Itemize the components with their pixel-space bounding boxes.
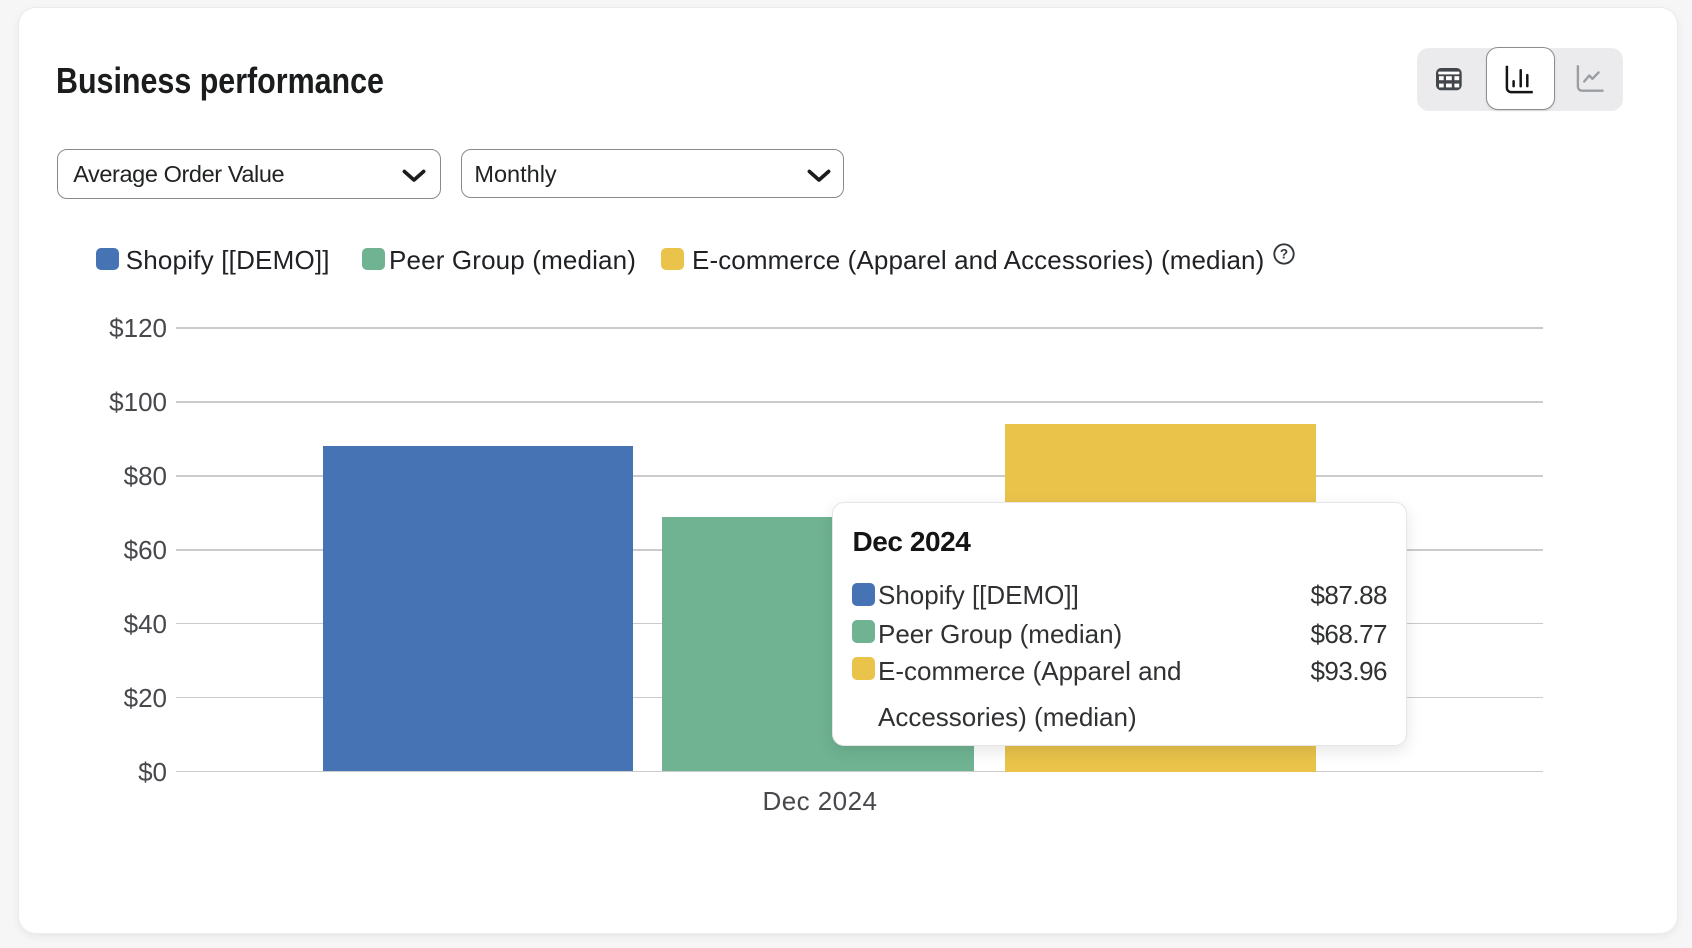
svg-text:?: ? xyxy=(1280,246,1288,261)
